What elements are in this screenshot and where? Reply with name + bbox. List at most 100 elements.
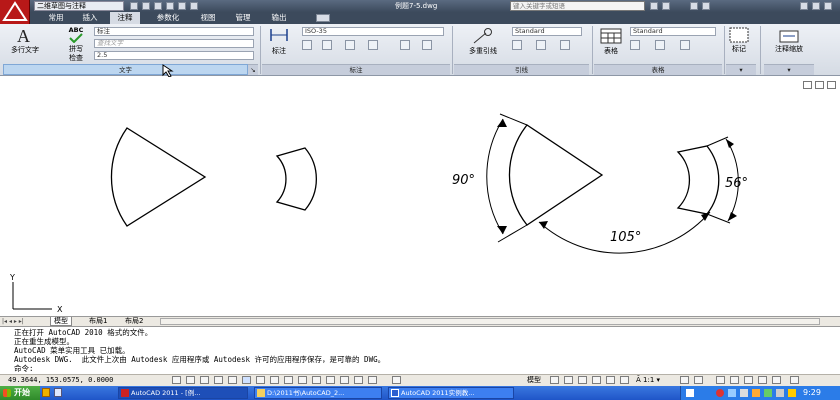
new-icon[interactable] [130,2,138,10]
showmotion-icon[interactable] [620,376,629,384]
zoom-icon[interactable] [592,376,601,384]
steering-wheel-icon[interactable] [606,376,615,384]
leader-panel-title[interactable]: 引线 [454,64,589,75]
find-text-input[interactable]: 查找文字 [94,39,254,48]
spell-check-label-2[interactable]: 检查 [64,53,88,63]
workspace-dropdown[interactable]: 二维草图与注释 [34,1,124,11]
lineweight-icon[interactable] [298,376,307,384]
search-icon[interactable] [650,2,658,10]
dimension-panel-title[interactable]: 标注 [262,64,450,75]
tray-app-icon[interactable] [764,389,772,397]
tab-home[interactable]: 常用 [42,12,70,24]
tray-app-icon[interactable] [788,389,796,397]
close-icon[interactable] [824,2,832,10]
3d-osnap-icon[interactable] [242,376,251,384]
tab-layout1[interactable]: 布局1 [86,317,110,326]
tab-layout2[interactable]: 布局2 [122,317,146,326]
table-style-dropdown[interactable]: Standard [630,27,716,36]
workspace-switching-icon[interactable] [716,376,725,384]
quick-properties-icon[interactable] [326,376,335,384]
isolate-objects-icon[interactable] [758,376,767,384]
quick-launch-icon[interactable] [42,388,50,397]
quick-view-layouts-icon[interactable] [550,376,559,384]
tray-app-icon[interactable] [752,389,760,397]
table-panel-title[interactable]: 表格 [594,64,722,75]
quick-launch-icon[interactable] [54,388,62,397]
save-icon[interactable] [154,2,162,10]
status-bar-menu-icon[interactable] [772,376,781,384]
ribbon-options-button[interactable] [316,14,330,22]
model-space-icon[interactable] [368,376,377,384]
command-prompt[interactable]: 命令: [14,364,34,373]
snap-mode-icon[interactable] [172,376,181,384]
dimension-style-dropdown[interactable]: ISO-35 [302,27,444,36]
clean-screen-icon[interactable] [790,376,799,384]
ortho-mode-icon[interactable] [200,376,209,384]
quick-view-icon[interactable] [392,376,401,384]
user-icon[interactable] [662,2,670,10]
exchange-icon[interactable] [690,2,698,10]
tab-model[interactable]: 模型 [50,317,72,326]
align-leader-icon[interactable] [560,40,570,50]
ucs-toggle-icon[interactable] [270,376,279,384]
pan-icon[interactable] [578,376,587,384]
quick-view-drawings-icon[interactable] [564,376,573,384]
taskbar-button-document[interactable]: AutoCAD 2011实例教... [388,387,514,399]
horizontal-scrollbar[interactable] [160,318,820,325]
input-method-icon[interactable] [686,389,694,397]
text-height-dropdown[interactable]: 2.5 [94,51,254,60]
redo-icon[interactable] [178,2,186,10]
taskbar-button-folder[interactable]: D:\2011书\AutoCAD_2... [254,387,382,399]
table-extract-icon[interactable] [680,40,690,50]
annotation-scale-panel-title[interactable]: ▾ [764,64,814,75]
multileader-button[interactable]: 多重引线 [462,46,504,56]
minimize-icon[interactable] [800,2,808,10]
security-icon[interactable] [716,389,724,397]
table-button[interactable]: 表格 [598,46,624,56]
tray-app-icon[interactable] [776,389,784,397]
dim-space-icon[interactable] [400,40,410,50]
selection-cycling-icon[interactable] [340,376,349,384]
tab-annotate[interactable]: 注释 [110,12,140,24]
network-icon[interactable] [728,389,736,397]
markup-panel-title[interactable]: ▾ [726,64,756,75]
leader-style-dropdown[interactable]: Standard [512,27,582,36]
dynamic-input-icon[interactable] [284,376,293,384]
mtext-button[interactable]: 多行文字 [10,45,40,55]
dim-continue-icon[interactable] [345,40,355,50]
dim-break-icon[interactable] [368,40,378,50]
annotation-scale-dropdown[interactable]: Ā 1:1 ▾ [636,375,660,385]
tab-view[interactable]: 视图 [194,12,222,24]
application-menu-button[interactable] [0,0,30,24]
restore-icon[interactable] [812,2,820,10]
taskbar-button-autocad[interactable]: AutoCAD 2011 - [例... [118,387,248,399]
tab-manage[interactable]: 管理 [228,12,258,24]
help-icon[interactable] [702,2,710,10]
dimension-button[interactable]: 标注 [266,46,292,56]
text-panel-launcher-icon[interactable]: ↘ [248,64,258,75]
undo-icon[interactable] [166,2,174,10]
dim-inspect-icon[interactable] [422,40,432,50]
add-leader-icon[interactable] [512,40,522,50]
tab-insert[interactable]: 插入 [76,12,104,24]
lock-icon[interactable] [730,376,739,384]
annotation-visibility-icon[interactable] [680,376,689,384]
volume-icon[interactable] [740,389,748,397]
annotation-monitor-icon[interactable] [354,376,363,384]
text-panel-title[interactable]: 文字 [3,64,248,75]
object-snap-icon[interactable] [228,376,237,384]
transparency-icon[interactable] [312,376,321,384]
dim-aligned-icon[interactable] [322,40,332,50]
layout-nav-icon[interactable]: |◂ ◂ ▸ ▸| [2,317,46,326]
annotation-scale-button[interactable]: 注释缩放 [766,44,812,54]
tab-parametric[interactable]: 参数化 [148,12,188,24]
model-space-toggle[interactable]: 模型 [527,375,541,385]
table-link-icon[interactable] [655,40,665,50]
text-style-dropdown[interactable]: 标注 [94,27,254,36]
search-input[interactable]: 键入关键字或短语 [510,1,645,11]
open-icon[interactable] [142,2,150,10]
table-merge-icon[interactable] [630,40,640,50]
auto-scale-icon[interactable] [694,376,703,384]
object-snap-tracking-icon[interactable] [256,376,265,384]
polar-tracking-icon[interactable] [214,376,223,384]
